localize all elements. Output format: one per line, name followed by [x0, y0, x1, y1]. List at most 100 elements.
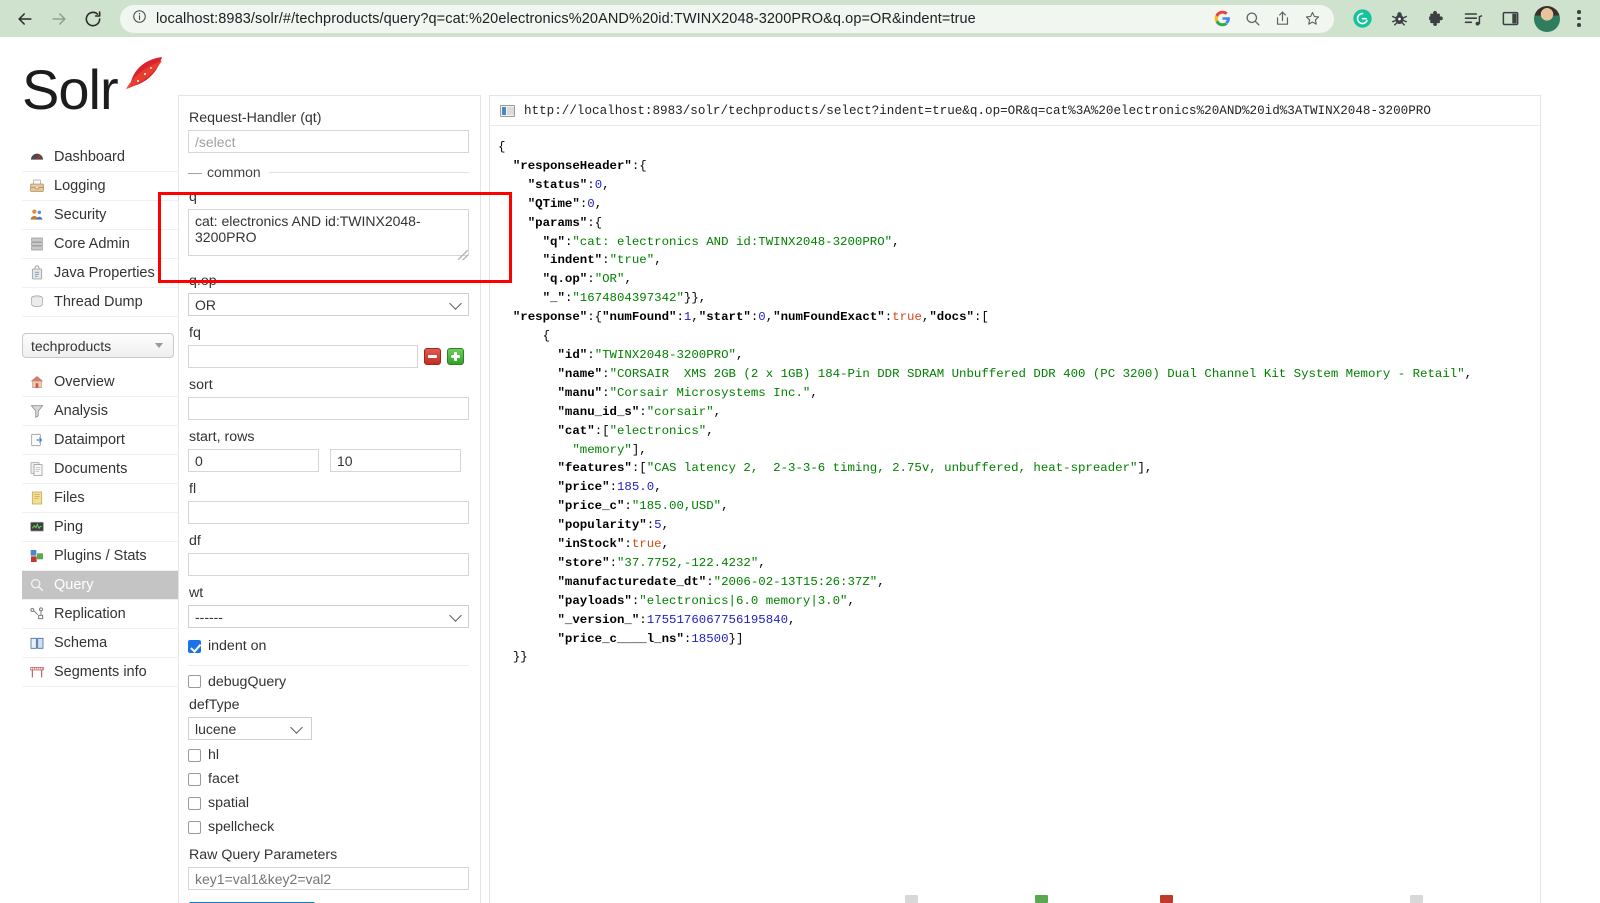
core-nav-list: Overview AnalysisDataimportDocuments Files…	[22, 368, 178, 687]
sidebar-item-replication[interactable]: Replication	[22, 600, 178, 629]
fl-label: fl	[189, 481, 466, 497]
sidebar-item-label: Plugins / Stats	[54, 548, 147, 564]
ping-icon	[26, 518, 47, 537]
result-panel: http://localhost:8983/solr/techproducts/…	[489, 95, 1541, 903]
spatial-checkbox[interactable]	[188, 797, 201, 810]
fl-input[interactable]	[188, 501, 469, 524]
chevron-down-icon	[290, 721, 303, 734]
grammarly-icon[interactable]	[1347, 4, 1377, 34]
open-in-window-icon[interactable]	[500, 105, 515, 117]
core-selector[interactable]: techproducts	[22, 333, 174, 358]
deftype-select[interactable]: lucene	[188, 717, 312, 740]
bug-icon[interactable]	[1384, 4, 1414, 34]
hl-checkbox[interactable]	[188, 749, 201, 762]
sidebar-item-dashboard[interactable]: Dashboard	[22, 143, 178, 172]
address-bar[interactable]: localhost:8983/solr/#/techproducts/query…	[120, 5, 1334, 33]
forward-button[interactable]	[44, 4, 74, 34]
start-input[interactable]	[188, 449, 319, 472]
solr-logo[interactable]: Solr	[22, 55, 170, 129]
segments-info-icon	[26, 663, 47, 682]
sidebar-item-label: Query	[54, 577, 94, 593]
divider-dash: —	[188, 164, 202, 180]
sidebar-item-files[interactable]: Files	[22, 484, 178, 513]
three-dot-menu-icon[interactable]	[1568, 4, 1590, 34]
sidebar-item-ping[interactable]: Ping	[22, 513, 178, 542]
json-response-output: { "responseHeader":{ "status":0, "QTime"…	[490, 126, 1540, 667]
request-handler-input[interactable]	[188, 130, 469, 153]
hl-checkbox-row[interactable]: hl	[188, 743, 469, 767]
spellcheck-checkbox[interactable]	[188, 821, 201, 834]
sidebar-item-overview[interactable]: Overview	[22, 368, 178, 397]
sort-input[interactable]	[188, 397, 469, 420]
playlist-icon[interactable]	[1458, 4, 1488, 34]
query-magnifier-icon	[26, 576, 47, 595]
sidebar-item-thread-dump[interactable]: Thread Dump	[22, 288, 178, 317]
share-icon[interactable]	[1268, 5, 1296, 33]
debugquery-label: debugQuery	[208, 674, 286, 690]
df-input[interactable]	[188, 553, 469, 576]
thread-dump-icon	[26, 293, 47, 312]
sidebar-item-label: Overview	[54, 374, 114, 390]
sidebar-item-logging[interactable]: Logging	[22, 172, 178, 201]
wt-select[interactable]: ------	[188, 605, 469, 628]
sidebar-item-label: Ping	[54, 519, 83, 535]
q-input[interactable]	[188, 209, 469, 256]
logging-icon	[26, 177, 47, 196]
spatial-checkbox-row[interactable]: spatial	[188, 791, 469, 815]
sidebar-item-java-properties[interactable]: Java Properties	[22, 259, 178, 288]
dashboard-icon	[26, 148, 47, 167]
query-form-panel: Request-Handler (qt) — common q q.op OR …	[178, 95, 481, 903]
qop-select[interactable]: OR	[188, 293, 469, 316]
wt-label: wt	[189, 585, 466, 601]
facet-checkbox[interactable]	[188, 773, 201, 786]
raw-query-params-input[interactable]	[188, 867, 469, 890]
result-url-bar[interactable]: http://localhost:8983/solr/techproducts/…	[490, 96, 1540, 126]
sidebar-item-label: Files	[54, 490, 85, 506]
plugins-icon	[26, 547, 47, 566]
reload-icon	[83, 9, 103, 29]
sidebar-item-core-admin[interactable]: Core Admin	[22, 230, 178, 259]
side-panel-icon[interactable]	[1495, 4, 1525, 34]
back-button[interactable]	[10, 4, 40, 34]
sidebar-item-query[interactable]: Query	[22, 571, 178, 600]
info-circle-icon[interactable]	[132, 9, 147, 29]
indent-checkbox-row[interactable]: indent on	[188, 634, 469, 658]
sidebar-item-analysis[interactable]: Analysis	[22, 397, 178, 426]
back-arrow-icon	[15, 9, 35, 29]
sidebar-item-security[interactable]: Security	[22, 201, 178, 230]
files-icon	[26, 489, 47, 508]
fq-label: fq	[189, 325, 466, 341]
reload-button[interactable]	[78, 4, 108, 34]
spellcheck-checkbox-row[interactable]: spellcheck	[188, 815, 469, 839]
search-icon[interactable]	[1238, 5, 1266, 33]
sidebar: Solr Dashboard LoggingSecurityCore AdminJ…	[0, 37, 178, 903]
sidebar-item-plugins-stats[interactable]: Plugins / Stats	[22, 542, 178, 571]
sidebar-item-dataimport[interactable]: Dataimport	[22, 426, 178, 455]
analysis-icon	[26, 402, 47, 421]
indent-checkbox[interactable]	[188, 640, 201, 653]
avatar[interactable]	[1534, 6, 1560, 32]
resize-grip-icon[interactable]	[458, 250, 468, 260]
facet-checkbox-row[interactable]: facet	[188, 767, 469, 791]
hl-label: hl	[208, 747, 219, 763]
security-icon	[26, 206, 47, 225]
spatial-label: spatial	[208, 795, 249, 811]
rows-input[interactable]	[330, 449, 461, 472]
puzzle-extensions-icon[interactable]	[1421, 4, 1451, 34]
sidebar-item-label: Segments info	[54, 664, 147, 680]
google-icon[interactable]	[1208, 5, 1236, 33]
deftype-label: defType	[189, 697, 466, 713]
debugquery-checkbox[interactable]	[188, 675, 201, 688]
caret-down-icon	[155, 343, 163, 348]
sidebar-item-schema[interactable]: Schema	[22, 629, 178, 658]
debugquery-checkbox-row[interactable]: debugQuery	[188, 665, 469, 693]
qop-value: OR	[195, 297, 216, 313]
sidebar-item-label: Dashboard	[54, 149, 125, 165]
fq-add-button[interactable]	[447, 348, 464, 365]
sidebar-item-documents[interactable]: Documents	[22, 455, 178, 484]
fq-remove-button[interactable]	[424, 348, 441, 365]
bookmark-star-icon[interactable]	[1298, 5, 1326, 33]
facet-label: facet	[208, 771, 239, 787]
sidebar-item-segments-info[interactable]: Segments info	[22, 658, 178, 687]
fq-input[interactable]	[188, 345, 418, 368]
